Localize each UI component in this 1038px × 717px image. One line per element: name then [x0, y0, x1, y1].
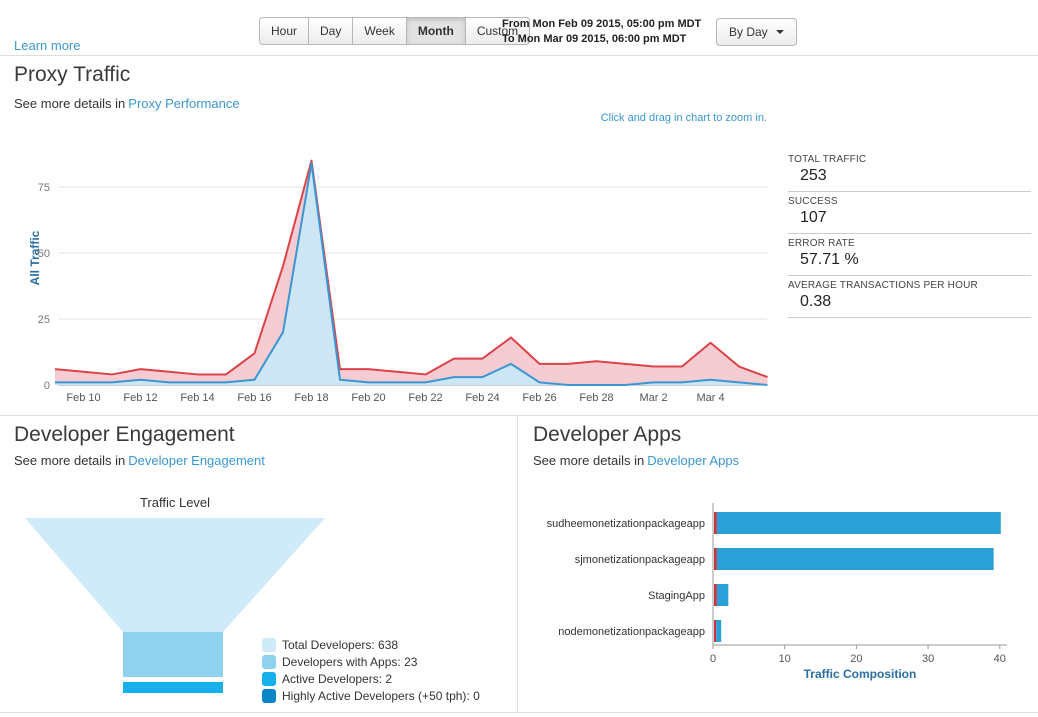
legend-label: Total Developers: 638	[282, 638, 399, 652]
svg-text:Feb 16: Feb 16	[237, 392, 271, 404]
proxy-performance-link[interactable]: Proxy Performance	[128, 96, 239, 111]
range-day-button[interactable]: Day	[309, 17, 354, 45]
legend-item-developers-with-apps: Developers with Apps: 23	[262, 655, 480, 669]
stat-error-rate: ERROR RATE 57.71 %	[788, 234, 1031, 276]
svg-text:Feb 22: Feb 22	[408, 392, 442, 404]
chevron-down-icon	[776, 30, 785, 34]
legend-label: Developers with Apps: 23	[282, 655, 418, 669]
stat-value: 253	[800, 167, 827, 184]
date-from-label: From Mon Feb 09 2015, 05:00 pm MDT	[502, 18, 702, 30]
stat-label: TOTAL TRAFFIC	[788, 154, 867, 165]
proxy-traffic-subtitle: See more details in Proxy Performance	[14, 96, 240, 111]
date-to-label: To Mon Mar 09 2015, 06:00 pm MDT	[502, 33, 687, 45]
svg-text:sudheemonetizationpackageapp: sudheemonetizationpackageapp	[547, 518, 705, 530]
svg-text:Feb 18: Feb 18	[294, 392, 328, 404]
see-more-text: See more details in	[14, 453, 126, 468]
developer-apps-link[interactable]: Developer Apps	[647, 453, 739, 468]
svg-text:Feb 24: Feb 24	[465, 392, 499, 404]
legend-item-active-developers: Active Developers: 2	[262, 672, 480, 686]
proxy-traffic-title: Proxy Traffic	[14, 63, 131, 86]
traffic-stats-panel: TOTAL TRAFFIC 253 SUCCESS 107 ERROR RATE…	[788, 150, 1031, 318]
svg-text:Feb 14: Feb 14	[180, 392, 214, 404]
see-more-text: See more details in	[533, 453, 645, 468]
topbar-divider	[0, 55, 1038, 56]
developer-apps-subtitle: See more details in Developer Apps	[533, 453, 739, 468]
svg-text:75: 75	[38, 182, 50, 194]
developer-engagement-link[interactable]: Developer Engagement	[128, 453, 265, 468]
svg-text:StagingApp: StagingApp	[648, 590, 705, 602]
proxy-traffic-chart[interactable]: 0 25 50 75 Feb 10 Feb 12 Feb 14 Feb 16 Feb 18 Feb…	[0, 140, 775, 410]
stat-label: AVERAGE TRANSACTIONS PER HOUR	[788, 280, 978, 291]
legend-item-highly-active-developers: Highly Active Developers (+50 tph): 0	[262, 689, 480, 703]
svg-text:Feb 26: Feb 26	[522, 392, 556, 404]
svg-text:Feb 28: Feb 28	[579, 392, 613, 404]
svg-text:sjmonetizationpackageapp: sjmonetizationpackageapp	[575, 554, 705, 566]
range-month-button[interactable]: Month	[406, 17, 466, 45]
stat-value: 0.38	[800, 293, 832, 310]
svg-text:10: 10	[779, 653, 791, 665]
svg-text:0: 0	[710, 653, 716, 665]
time-range-button-group: Hour Day Week Month Custom	[259, 17, 531, 45]
funnel-segment-active-developers	[123, 682, 223, 693]
granularity-label: By Day	[729, 25, 768, 39]
analytics-dashboard: Learn more Hour Day Week Month Custom Fr…	[0, 0, 1038, 717]
stat-total-traffic: TOTAL TRAFFIC 253	[788, 150, 1031, 192]
funnel-legend: Total Developers: 638 Developers with Ap…	[262, 638, 480, 706]
svg-text:30: 30	[922, 653, 934, 665]
svg-text:Feb 10: Feb 10	[66, 392, 100, 404]
svg-text:nodemonetizationpackageapp: nodemonetizationpackageapp	[558, 626, 705, 638]
legend-swatch-icon	[262, 689, 276, 703]
developer-apps-chart[interactable]: sudheemonetizationpackageapp sjmonetizati…	[533, 495, 1038, 690]
legend-swatch-icon	[262, 672, 276, 686]
svg-text:0: 0	[44, 380, 50, 392]
stat-value: 57.71 %	[800, 251, 859, 268]
svg-text:50: 50	[38, 248, 50, 260]
svg-text:Feb 20: Feb 20	[351, 392, 385, 404]
developer-engagement-title: Developer Engagement	[14, 423, 235, 446]
range-week-button[interactable]: Week	[353, 17, 407, 45]
funnel-title: Traffic Level	[139, 495, 211, 510]
granularity-dropdown[interactable]: By Day	[716, 18, 798, 46]
svg-text:Mar 2: Mar 2	[639, 392, 667, 404]
stat-label: SUCCESS	[788, 196, 838, 207]
funnel-segment-developers-with-apps	[123, 632, 223, 677]
stat-value: 107	[800, 209, 827, 226]
bottom-divider	[0, 712, 1038, 713]
stat-success: SUCCESS 107	[788, 192, 1031, 234]
column-divider	[517, 416, 518, 712]
legend-label: Active Developers: 2	[282, 672, 393, 686]
svg-text:20: 20	[850, 653, 862, 665]
legend-item-total-developers: Total Developers: 638	[262, 638, 480, 652]
date-range-label: From Mon Feb 09 2015, 05:00 pm MDT To Mo…	[502, 17, 701, 47]
svg-text:Traffic Composition: Traffic Composition	[804, 667, 917, 681]
svg-text:25: 25	[38, 314, 50, 326]
developer-apps-title: Developer Apps	[533, 423, 682, 446]
see-more-text: See more details in	[14, 96, 126, 111]
svg-text:Mar 4: Mar 4	[696, 392, 724, 404]
section-divider	[0, 415, 1038, 416]
legend-swatch-icon	[262, 638, 276, 652]
stat-avg-tph: AVERAGE TRANSACTIONS PER HOUR 0.38	[788, 276, 1031, 318]
stat-label: ERROR RATE	[788, 238, 855, 249]
svg-text:40: 40	[994, 653, 1006, 665]
funnel-segment-total-developers	[25, 518, 325, 632]
svg-text:Feb 12: Feb 12	[123, 392, 157, 404]
learn-more-link[interactable]: Learn more	[14, 38, 80, 53]
zoom-hint-text: Click and drag in chart to zoom in.	[600, 112, 767, 124]
range-hour-button[interactable]: Hour	[259, 17, 310, 45]
developer-engagement-subtitle: See more details in Developer Engagement	[14, 453, 265, 468]
legend-label: Highly Active Developers (+50 tph): 0	[282, 689, 480, 703]
legend-swatch-icon	[262, 655, 276, 669]
